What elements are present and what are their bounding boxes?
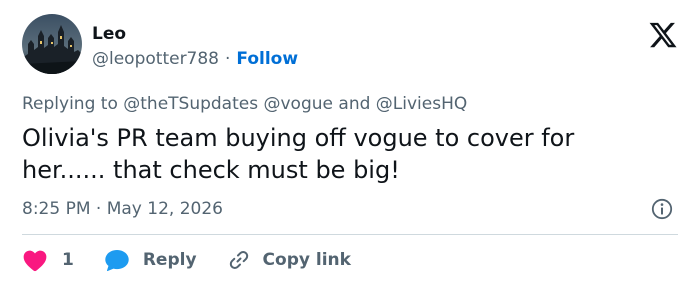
tweet-text-line: Olivia's PR team buying off vogue to cov…: [22, 124, 575, 152]
like-button[interactable]: 1: [22, 248, 74, 272]
reply-label: Reply: [142, 250, 197, 270]
link-icon: [229, 251, 248, 269]
like-count: 1: [62, 250, 74, 270]
action-divider: [22, 234, 678, 235]
heart-icon: [23, 250, 47, 272]
reply-button[interactable]: Reply: [104, 248, 197, 272]
author-handle[interactable]: @leopotter788: [92, 49, 219, 69]
timestamp-separator: ·: [95, 199, 102, 219]
tweet-date: May 12, 2026: [106, 199, 223, 219]
tweet-time: 8:25 PM: [22, 199, 91, 219]
mention-link[interactable]: @theTSupdates: [123, 94, 258, 114]
avatar[interactable]: [22, 14, 82, 74]
tweet-text: Olivia's PR team buying off vogue to cov…: [22, 122, 662, 186]
tweet-text-line: her...... that check must be big!: [22, 156, 400, 184]
mention-link[interactable]: @vogue: [264, 94, 334, 114]
reply-context: Replying to @theTSupdates @vogue and @Li…: [22, 94, 467, 114]
tweet-card: Leo @leopotter788 · Follow Replying to @th…: [0, 0, 700, 287]
author-display-name[interactable]: Leo: [92, 24, 126, 44]
copy-link-label: Copy link: [262, 250, 351, 270]
author-handle-row: @leopotter788 · Follow: [92, 49, 298, 69]
handle-separator: ·: [225, 49, 231, 69]
mention-conjunction: and: [338, 94, 371, 114]
action-bar: 1 Reply Copy link: [22, 246, 351, 274]
info-icon[interactable]: [651, 198, 673, 220]
tweet-timestamp[interactable]: 8:25 PM · May 12, 2026: [22, 199, 223, 219]
replying-to-label: Replying to: [22, 94, 118, 114]
mention-link[interactable]: @LiviesHQ: [376, 94, 467, 114]
speech-bubble-icon: [105, 250, 129, 272]
copy-link-button[interactable]: Copy link: [227, 248, 351, 272]
castle-night-avatar-icon: [22, 14, 82, 74]
follow-button[interactable]: Follow: [236, 49, 298, 69]
x-logo-icon[interactable]: [648, 20, 678, 50]
